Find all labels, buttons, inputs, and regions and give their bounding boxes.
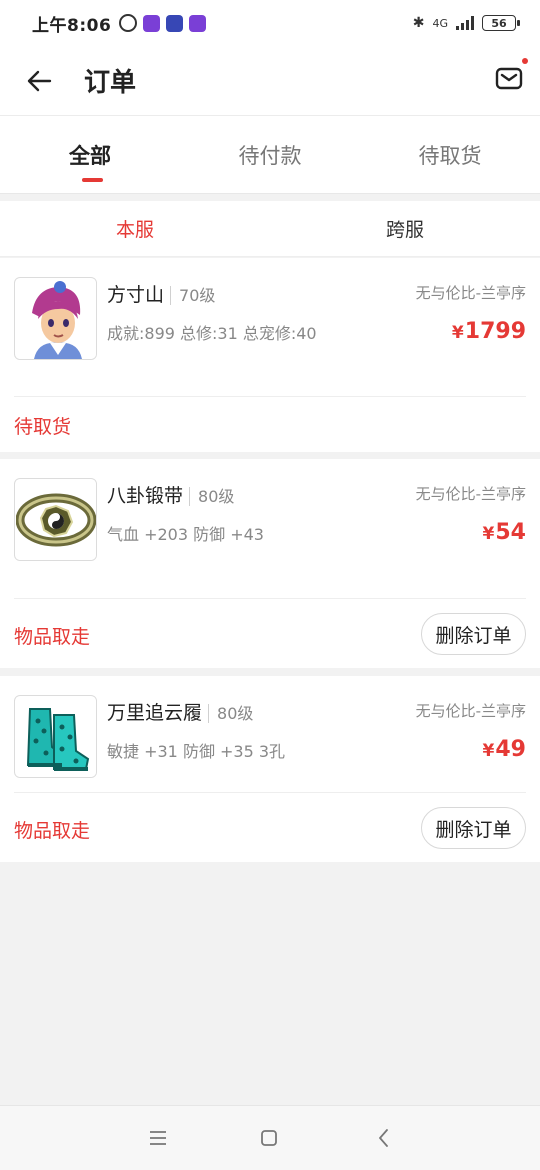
item-price: ¥1799	[452, 319, 526, 344]
arrow-left-icon[interactable]	[24, 66, 54, 96]
currency-symbol: ¥	[482, 741, 495, 761]
item-thumbnail	[14, 695, 97, 778]
tab-pending-pickup[interactable]: 待取货	[360, 116, 540, 193]
item-level: 80级	[189, 487, 235, 506]
divider	[14, 598, 526, 599]
item-name-text: 八卦锻带	[107, 485, 184, 507]
item-attributes: 成就:899 总修:31 总宠修:40	[107, 324, 317, 343]
app-notification-icon	[143, 14, 161, 32]
home-icon[interactable]	[257, 1126, 281, 1150]
price-value: 54	[495, 520, 526, 545]
item-server: 无与伦比-兰亭序	[415, 284, 526, 302]
delete-order-button[interactable]: 删除订单	[421, 613, 526, 655]
item-attributes: 气血 +203 防御 +43	[107, 525, 264, 544]
belt-image	[15, 479, 96, 560]
item-name: 方寸山 70级	[107, 280, 216, 307]
item-server: 无与伦比-兰亭序	[415, 702, 526, 720]
order-card[interactable]: 方寸山 70级 无与伦比-兰亭序 成就:899 总修:31 总宠修:40 ¥179…	[0, 258, 540, 452]
order-status: 物品取走	[14, 820, 91, 842]
price-value: 1799	[464, 319, 526, 344]
item-price: ¥54	[483, 520, 526, 545]
app-notification-icon	[189, 14, 207, 32]
order-status: 待取货	[14, 416, 72, 438]
item-level: 80级	[208, 704, 254, 723]
server-tabs: 本服 跨服	[0, 201, 540, 257]
character-thumbnail	[14, 277, 97, 360]
currency-symbol: ¥	[451, 323, 464, 343]
status-bar: 上午8:06 ✱ 4G 56	[0, 0, 540, 46]
item-attributes: 敏捷 +31 防御 +35 3孔	[107, 742, 286, 761]
divider	[14, 792, 526, 793]
active-tab-indicator	[82, 178, 103, 182]
signal-icon	[456, 16, 474, 30]
boots-image	[15, 696, 96, 777]
tab-this-server[interactable]: 本服	[0, 201, 270, 256]
item-server: 无与伦比-兰亭序	[415, 485, 526, 503]
top-nav-bar: 订单	[0, 46, 540, 116]
app-notification-icon	[166, 14, 184, 32]
item-name: 万里追云履 80级	[107, 698, 254, 725]
menu-icon[interactable]	[146, 1126, 170, 1150]
divider	[14, 396, 526, 397]
unread-dot	[522, 58, 528, 64]
mail-icon[interactable]	[494, 63, 524, 93]
item-thumbnail	[14, 478, 97, 561]
alarm-icon	[119, 14, 138, 32]
order-status: 物品取走	[14, 626, 91, 648]
price-value: 49	[495, 737, 526, 762]
currency-symbol: ¥	[482, 524, 495, 544]
bluetooth-icon: ✱	[412, 15, 425, 31]
order-card[interactable]: 八卦锻带 80级 无与伦比-兰亭序 气血 +203 防御 +43 ¥54 物品取走…	[0, 459, 540, 668]
item-name: 八卦锻带 80级	[107, 481, 235, 508]
item-price: ¥49	[483, 737, 526, 762]
system-navigation-bar	[0, 1105, 540, 1170]
order-card[interactable]: 万里追云履 80级 无与伦比-兰亭序 敏捷 +31 防御 +35 3孔 ¥49 物…	[0, 676, 540, 862]
delete-order-button[interactable]: 删除订单	[421, 807, 526, 849]
chevron-left-icon[interactable]	[372, 1126, 396, 1150]
page-title: 订单	[84, 68, 137, 98]
character-avatar-image	[15, 278, 96, 359]
status-notification-icons	[119, 14, 207, 32]
battery-icon: 56	[482, 15, 520, 31]
item-level: 70级	[170, 286, 216, 305]
network-type: 4G	[432, 16, 448, 30]
status-system-icons: ✱ 4G 56	[412, 15, 520, 31]
tab-pending-payment[interactable]: 待付款	[180, 116, 360, 193]
item-name-text: 万里追云履	[107, 702, 203, 724]
order-status-tabs: 全部 待付款 待取货	[0, 116, 540, 194]
item-name-text: 方寸山	[107, 284, 165, 306]
tab-cross-server[interactable]: 跨服	[270, 201, 540, 256]
status-time: 上午8:06	[32, 15, 112, 36]
